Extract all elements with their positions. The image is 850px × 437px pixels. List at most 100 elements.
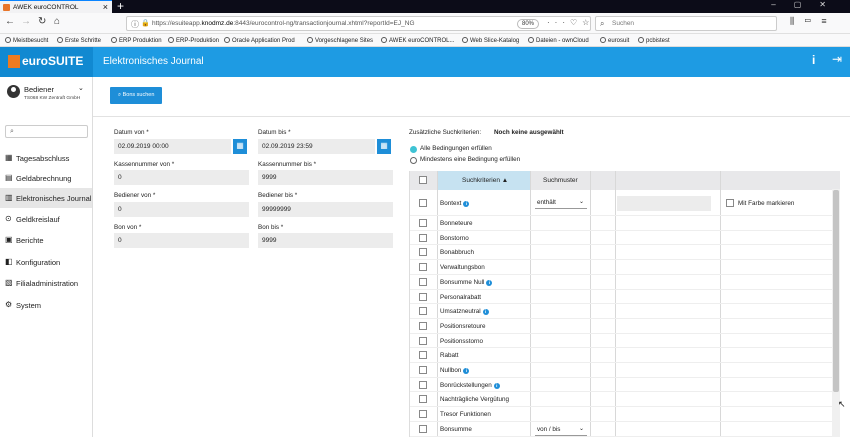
info-icon[interactable]: i — [493, 382, 500, 389]
row-checkbox[interactable] — [419, 263, 427, 272]
bediener-bis-label: Bediener bis * — [258, 192, 298, 199]
calendar-icon[interactable]: ▦ — [233, 139, 247, 154]
bontext-input[interactable] — [617, 196, 711, 211]
radio-all-label: Alle Bedingungen erfüllen — [420, 145, 492, 152]
kasse-von-field[interactable]: 0 — [114, 170, 249, 185]
bookmark[interactable]: pcbistest — [638, 37, 670, 44]
table-row: Verwaltungsbon — [410, 260, 832, 275]
gear-icon: ⚙ — [5, 300, 13, 309]
home-icon[interactable]: ⌂ — [54, 16, 60, 27]
back-icon[interactable]: ← — [5, 16, 15, 27]
bookmark[interactable]: ERP Produktion — [111, 37, 162, 44]
row-checkbox[interactable] — [419, 219, 427, 227]
row-label: Nullbon i — [440, 367, 470, 374]
bookmark[interactable]: Vorgeschlagene Sites — [307, 37, 373, 44]
table-row: Positionsstorno — [410, 334, 832, 349]
sidebar-item-filialadministration[interactable]: ▧ Filialadministration — [0, 273, 92, 293]
info-icon[interactable]: i — [486, 279, 493, 286]
sidebar-item-geldkreislauf[interactable]: ⊙ Geldkreislauf — [0, 209, 92, 229]
sidebar-item-tagesabschluss[interactable]: ▦ Tagesabschluss — [0, 148, 92, 168]
column-header-criteria[interactable]: Suchkriterien ▲ — [462, 177, 508, 184]
url-prefix: https://esuiteapp. — [152, 20, 202, 27]
row-label: Bontext i — [440, 200, 470, 207]
row-checkbox[interactable] — [419, 199, 427, 207]
scrollbar-thumb[interactable] — [833, 190, 839, 392]
bookmark[interactable]: Meistbesucht — [5, 37, 48, 44]
bookmark[interactable]: ERP-Produktion — [168, 37, 219, 44]
forward-icon[interactable]: → — [21, 16, 31, 27]
row-checkbox[interactable] — [419, 351, 427, 360]
close-tab-icon[interactable]: × — [103, 2, 108, 12]
datum-bis-field[interactable]: 02.09.2019 23:59 — [258, 139, 375, 154]
bediener-bis-field[interactable]: 99999999 — [258, 202, 393, 217]
calendar-icon[interactable]: ▦ — [377, 139, 391, 154]
browser-tab[interactable]: AWEK euroCONTROL × — [0, 0, 112, 13]
new-tab-icon[interactable]: + — [117, 0, 124, 13]
bookmark[interactable]: Erste Schritte — [57, 37, 101, 44]
url-bar[interactable]: ⓘ 🔒 https://esuiteapp.knodmz.de:8443/euro… — [126, 16, 591, 31]
window-controls[interactable]: –▢✕ — [771, 0, 844, 9]
row-checkbox[interactable] — [419, 425, 427, 433]
chevron-down-icon[interactable]: ⌄ — [78, 84, 84, 92]
table-row: Rabatt — [410, 348, 832, 364]
row-checkbox[interactable] — [419, 292, 427, 301]
kasse-bis-field[interactable]: 9999 — [258, 170, 393, 185]
bon-von-label: Bon von * — [114, 224, 142, 231]
row-checkbox[interactable] — [419, 248, 427, 257]
sidebar-item-label: Geldkreislauf — [16, 215, 60, 224]
sidebar-item-geldabrechnung[interactable]: ▤ Geldabrechnung — [0, 168, 92, 188]
row-checkbox[interactable] — [419, 395, 427, 404]
mark-color-checkbox[interactable] — [726, 199, 734, 207]
row-checkbox[interactable] — [419, 366, 427, 374]
lock-icon: 🔒 — [141, 20, 150, 27]
bookmark[interactable]: AWEK euroCONTROL... — [381, 37, 454, 44]
pattern-select[interactable]: von / bis ⌄ — [535, 423, 587, 436]
browser-search-input[interactable]: ⌕ Suchen — [595, 16, 777, 31]
select-all-checkbox[interactable] — [419, 176, 427, 184]
logo[interactable]: euroSUITE — [0, 47, 93, 77]
page-actions-icon[interactable]: ···♡☆ — [547, 18, 594, 27]
reload-icon[interactable]: ↻ — [38, 16, 46, 27]
criteria-table: Suchkriterien ▲ Suchmuster Bontext i enth… — [409, 171, 840, 437]
zoom-level[interactable]: 80% — [517, 19, 540, 29]
info-icon[interactable]: i — [463, 368, 470, 374]
bookmark[interactable]: Oracle Application Prod — [224, 37, 295, 44]
sidebar-item-berichte[interactable]: ▣ Berichte — [0, 230, 92, 250]
row-checkbox[interactable] — [419, 336, 427, 345]
bediener-von-field[interactable]: 0 — [114, 202, 249, 217]
datum-von-field[interactable]: 02.09.2019 00:00 — [114, 139, 231, 154]
column-header-pattern[interactable]: Suchmuster — [543, 177, 578, 184]
sidebar-item-label: Tagesabschluss — [16, 154, 70, 163]
row-checkbox[interactable] — [419, 410, 427, 419]
row-checkbox[interactable] — [419, 321, 427, 330]
row-checkbox[interactable] — [419, 233, 427, 242]
sidebar-search-input[interactable]: ⌕ — [5, 125, 88, 138]
table-row: Bonabbruch — [410, 245, 832, 261]
row-checkbox[interactable] — [419, 307, 427, 316]
bon-bis-field[interactable]: 9999 — [258, 233, 393, 248]
row-label: Bonabbruch — [440, 249, 474, 257]
bookmark[interactable]: Web Slice-Katalog — [462, 37, 519, 44]
user-menu[interactable]: Bediener TS068 KW Zentraft GmbH ⌄ — [0, 77, 93, 115]
row-checkbox[interactable] — [419, 380, 427, 389]
table-row: Personalrabatt — [410, 290, 832, 305]
logout-icon[interactable]: ⇥ — [832, 52, 842, 66]
info-icon[interactable]: i — [812, 53, 815, 67]
toolbar-icons[interactable]: ⫼▭≡ — [790, 16, 837, 27]
pattern-select[interactable]: enthält ⌄ — [535, 196, 587, 209]
search-bons-button[interactable]: ⌕ Bons suchen — [110, 87, 162, 104]
chevron-down-icon: ⌄ — [578, 199, 584, 205]
bon-von-field[interactable]: 0 — [114, 233, 249, 248]
info-icon[interactable]: i — [482, 309, 489, 316]
config-icon: ◧ — [5, 257, 13, 266]
row-checkbox[interactable] — [419, 277, 427, 286]
info-icon[interactable]: ⓘ — [131, 19, 139, 30]
bookmark[interactable]: Dateien - ownCloud — [528, 37, 589, 44]
radio-any[interactable] — [410, 157, 417, 164]
radio-all[interactable] — [410, 146, 417, 153]
bookmark[interactable]: eurosuit — [600, 37, 629, 44]
sidebar-item-konfiguration[interactable]: ◧ Konfiguration — [0, 252, 92, 272]
sidebar-item-journal[interactable]: ▥ Elektronisches Journal — [0, 188, 92, 208]
search-icon: ⌕ — [10, 128, 14, 135]
sidebar-item-system[interactable]: ⚙ System — [0, 295, 92, 315]
